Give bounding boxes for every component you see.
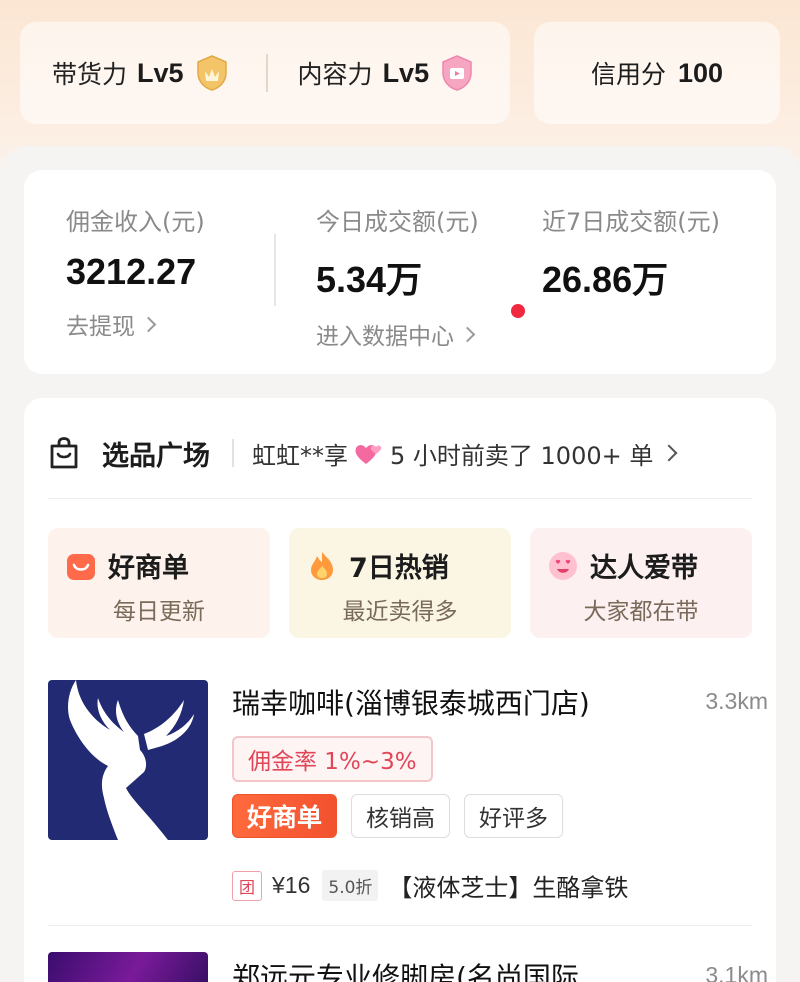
level-divider bbox=[265, 54, 268, 92]
chevron-right-icon bbox=[459, 326, 476, 342]
sales-ticker[interactable]: 虹虹**享 5 小时前卖了 1000+ 单 bbox=[252, 436, 678, 471]
chevron-right-icon bbox=[140, 316, 157, 332]
sales-level-label: 带货力 bbox=[52, 60, 128, 89]
today-column: 今日成交额(元) 5.34万 进入数据中心 bbox=[316, 202, 479, 351]
deal-product-name: 【液体芝士】生酪拿铁 bbox=[388, 874, 629, 902]
promo-7day-hot[interactable]: 7日热销 最近卖得多 bbox=[289, 528, 511, 638]
chevron-right-icon bbox=[660, 444, 678, 462]
data-center-link[interactable]: 进入数据中心 bbox=[316, 317, 479, 351]
promo-title: 达人爱带 bbox=[590, 553, 698, 584]
store-item[interactable]: 瑞幸咖啡(淄博银泰城西门店) 3.3km 佣金率 1%~3% 好商单 核销高 好… bbox=[48, 680, 768, 910]
hearts-icon bbox=[355, 445, 382, 464]
product-market-card: 选品广场 虹虹**享 5 小时前卖了 1000+ 单 好商单 每日更新 7日热销… bbox=[24, 398, 776, 982]
deer-logo-icon bbox=[68, 680, 194, 840]
sales-level-value: Lv5 bbox=[137, 57, 184, 88]
today-value: 5.34万 bbox=[316, 259, 423, 300]
promo-title-row: 好商单 bbox=[64, 546, 189, 585]
promo-title: 7日热销 bbox=[349, 553, 449, 584]
ticker-text: 5 小时前卖了 1000+ 单 bbox=[390, 441, 654, 470]
tag-high-redemption: 核销高 bbox=[351, 794, 451, 838]
level-card[interactable]: 带货力 Lv5 内容力 Lv5 bbox=[20, 22, 510, 124]
promo-title: 好商单 bbox=[108, 553, 189, 584]
withdraw-link-label: 去提现 bbox=[66, 314, 135, 340]
week-title: 近7日成交额(元) bbox=[542, 208, 720, 236]
store-logo bbox=[48, 680, 208, 840]
store-item[interactable]: 郑远元专业修脚房(名尚国际 3.1km bbox=[48, 952, 768, 982]
store-tags: 好商单 核销高 好评多 bbox=[232, 794, 577, 838]
flame-icon bbox=[311, 551, 333, 580]
store-distance: 3.1km bbox=[705, 962, 768, 982]
promo-subtitle: 每日更新 bbox=[113, 599, 205, 625]
content-level-label: 内容力 bbox=[297, 60, 373, 89]
credit-score-card[interactable]: 信用分 100 bbox=[534, 22, 780, 124]
promo-title-row: 7日热销 bbox=[305, 546, 449, 585]
store-separator bbox=[48, 925, 752, 926]
red-order-icon bbox=[67, 553, 95, 580]
promo-good-orders[interactable]: 好商单 每日更新 bbox=[48, 528, 270, 638]
commission-value: 3212.27 bbox=[66, 251, 197, 292]
earnings-divider bbox=[274, 234, 276, 306]
deal-discount: 5.0折 bbox=[322, 870, 379, 901]
week-value: 26.86万 bbox=[542, 259, 669, 300]
market-header[interactable]: 选品广场 虹虹**享 5 小时前卖了 1000+ 单 bbox=[48, 430, 768, 476]
notification-dot bbox=[511, 304, 525, 318]
ticker-user: 虹虹**享 bbox=[252, 441, 348, 470]
header-separator bbox=[48, 498, 752, 499]
content-level-value: Lv5 bbox=[382, 57, 430, 88]
commission-column: 佣金收入(元) 3212.27 去提现 bbox=[66, 202, 205, 341]
today-title: 今日成交额(元) bbox=[316, 208, 479, 236]
commission-rate-tag: 佣金率 1%~3% bbox=[232, 736, 433, 782]
store-deal[interactable]: 团 ¥16 5.0折 【液体芝士】生酪拿铁 bbox=[232, 868, 628, 903]
sales-level: 带货力 Lv5 bbox=[52, 53, 232, 93]
tag-good-reviews: 好评多 bbox=[464, 794, 564, 838]
pink-shield-badge-icon bbox=[442, 55, 472, 91]
promo-subtitle: 最近卖得多 bbox=[342, 599, 458, 625]
gold-shield-badge-icon bbox=[196, 55, 227, 91]
promo-subtitle: 大家都在带 bbox=[583, 599, 699, 625]
promo-title-row: 达人爱带 bbox=[546, 546, 698, 585]
deal-price: ¥16 bbox=[272, 872, 311, 898]
shopping-bag-icon bbox=[50, 437, 78, 469]
promo-influencer-love[interactable]: 达人爱带 大家都在带 bbox=[530, 528, 752, 638]
content-level: 内容力 Lv5 bbox=[298, 53, 478, 93]
commission-title: 佣金收入(元) bbox=[66, 208, 205, 236]
data-center-link-label: 进入数据中心 bbox=[316, 324, 454, 350]
store-logo bbox=[48, 952, 208, 982]
earnings-card: 佣金收入(元) 3212.27 去提现 今日成交额(元) 5.34万 进入数据中… bbox=[24, 170, 776, 374]
tag-good-order: 好商单 bbox=[232, 794, 338, 838]
store-name: 瑞幸咖啡(淄博银泰城西门店) bbox=[232, 687, 590, 720]
withdraw-link[interactable]: 去提现 bbox=[66, 307, 205, 341]
credit-label: 信用分 bbox=[590, 60, 666, 89]
level-cards: 带货力 Lv5 内容力 Lv5 信用分 100 bbox=[20, 22, 780, 124]
credit-value: 100 bbox=[677, 57, 724, 88]
heart-eyes-emoji-icon bbox=[549, 551, 577, 580]
week-column: 近7日成交额(元) 26.86万 bbox=[542, 202, 720, 303]
market-title: 选品广场 bbox=[102, 440, 210, 472]
group-deal-badge: 团 bbox=[232, 870, 262, 901]
header-divider bbox=[232, 439, 234, 467]
store-name: 郑远元专业修脚房(名尚国际 bbox=[232, 961, 579, 982]
store-distance: 3.3km bbox=[705, 688, 768, 714]
